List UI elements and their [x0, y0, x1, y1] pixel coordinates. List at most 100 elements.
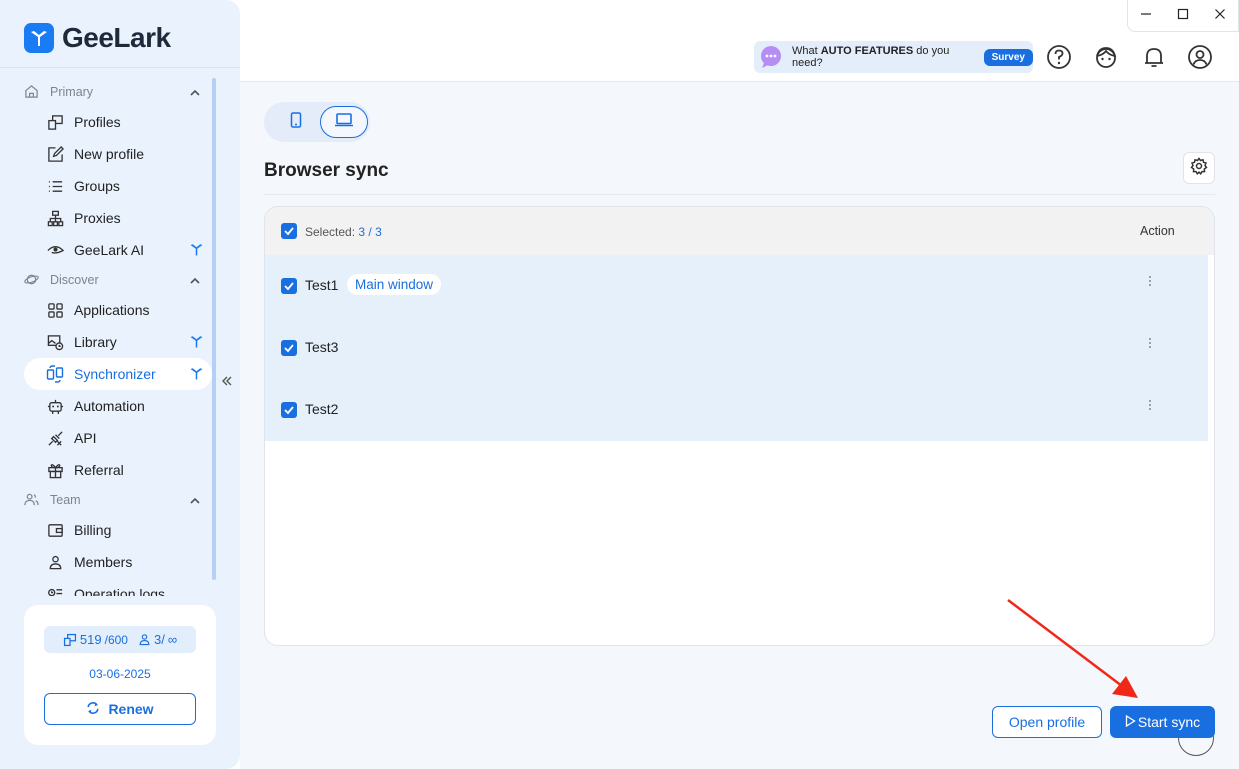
- play-icon: [1125, 714, 1136, 730]
- pro-badge-icon: [189, 366, 204, 384]
- section-label: Primary: [50, 85, 94, 99]
- table-row[interactable]: Test2: [265, 379, 1208, 441]
- sidebar-item-members[interactable]: Members: [24, 546, 212, 578]
- more-actions-icon[interactable]: [1148, 337, 1152, 351]
- robot-icon: [46, 397, 64, 415]
- sidebar-item-label: Library: [74, 334, 117, 350]
- phone-icon: [290, 111, 302, 133]
- app-name: GeeLark: [62, 22, 171, 53]
- laptop-icon: [334, 112, 354, 133]
- sidebar-item-api[interactable]: API: [24, 422, 212, 454]
- edit-icon: [46, 145, 64, 163]
- sidebar-item-groups[interactable]: Groups: [24, 170, 212, 202]
- gift-icon: [46, 461, 64, 479]
- app-logo[interactable]: GeeLark: [24, 22, 171, 54]
- sidebar-item-library[interactable]: Library: [24, 326, 212, 358]
- browser-tab[interactable]: [320, 106, 368, 138]
- row-checkbox[interactable]: [281, 402, 297, 418]
- select-all-checkbox[interactable]: [281, 223, 297, 239]
- divider: [264, 194, 1215, 195]
- start-sync-button[interactable]: Start sync: [1110, 706, 1215, 738]
- sidebar-item-automation[interactable]: Automation: [24, 390, 212, 422]
- sidebar-scrollbar[interactable]: [212, 78, 216, 580]
- sidebar-item-geelark-ai[interactable]: GeeLark AI: [24, 234, 212, 266]
- list-icon: [46, 177, 64, 195]
- sidebar-item-label: Applications: [74, 302, 150, 318]
- sidebar-item-label: Members: [74, 554, 133, 570]
- table-header: Selected: 3 / 3 Action: [265, 207, 1214, 255]
- survey-button[interactable]: Survey: [983, 48, 1033, 66]
- more-actions-icon[interactable]: [1148, 275, 1152, 289]
- sidebar-nav: Primary Profiles New profile Groups Prox…: [24, 78, 212, 596]
- section-team[interactable]: Team: [24, 486, 212, 514]
- device-toggle: [264, 102, 370, 142]
- check-icon: [284, 406, 294, 415]
- row-checkbox[interactable]: [281, 278, 297, 294]
- chevron-up-icon[interactable]: [190, 86, 200, 100]
- sidebar-item-label: Billing: [74, 522, 112, 538]
- help-icon[interactable]: [1046, 44, 1072, 70]
- quota-badge[interactable]: 519/600 3/∞: [44, 626, 196, 653]
- sidebar-item-applications[interactable]: Applications: [24, 294, 212, 326]
- selected-count: Selected: 3 / 3: [305, 225, 382, 239]
- sidebar-item-label: Referral: [74, 462, 124, 478]
- eye-icon: [46, 241, 64, 259]
- sidebar: GeeLark Primary Profiles New profile Gro…: [0, 0, 240, 769]
- section-primary[interactable]: Primary: [24, 78, 212, 106]
- chat-bubble-icon: [758, 44, 784, 70]
- sidebar-item-operation-logs[interactable]: Operation logs: [24, 578, 212, 596]
- support-agent-icon[interactable]: [1093, 44, 1119, 70]
- more-actions-icon[interactable]: [1148, 399, 1152, 413]
- sidebar-item-proxies[interactable]: Proxies: [24, 202, 212, 234]
- divider: [0, 67, 240, 68]
- profiles-icon: [46, 113, 64, 131]
- section-label: Discover: [50, 273, 99, 287]
- account-card: 519/600 3/∞ 03-06-2025 Renew: [24, 605, 216, 745]
- row-checkbox[interactable]: [281, 340, 297, 356]
- profiles-total: /600: [104, 632, 128, 647]
- wallet-icon: [46, 521, 64, 539]
- refresh-icon: [86, 701, 100, 718]
- sidebar-item-label: New profile: [74, 146, 145, 162]
- chevron-up-icon[interactable]: [190, 274, 200, 288]
- table-row[interactable]: Test3: [265, 317, 1208, 379]
- sidebar-item-referral[interactable]: Referral: [24, 454, 212, 486]
- profile-name: Test2: [305, 401, 339, 417]
- profile-quota: 519/600: [63, 632, 128, 647]
- close-icon[interactable]: [1214, 7, 1226, 25]
- section-label: Team: [50, 493, 81, 507]
- minimize-icon[interactable]: [1140, 7, 1152, 25]
- sidebar-item-profiles[interactable]: Profiles: [24, 106, 212, 138]
- survey-banner[interactable]: What AUTO FEATURES do you need? Survey: [754, 41, 1033, 73]
- section-discover[interactable]: Discover: [24, 266, 212, 294]
- settings-button[interactable]: [1183, 152, 1215, 184]
- user-avatar-icon[interactable]: [1187, 44, 1213, 70]
- log-icon: [46, 585, 64, 596]
- sidebar-item-billing[interactable]: Billing: [24, 514, 212, 546]
- sidebar-item-label: GeeLark AI: [74, 242, 145, 258]
- table-scrollbar[interactable]: [1208, 255, 1214, 441]
- selected-count-value: 3 / 3: [358, 225, 382, 239]
- profile-name: Test3: [305, 339, 339, 355]
- member-quota: 3/∞: [138, 632, 177, 647]
- renew-button[interactable]: Renew: [44, 693, 196, 725]
- sync-profile-table: Selected: 3 / 3 Action Test1 Main window…: [264, 206, 1215, 646]
- chevron-up-icon[interactable]: [190, 494, 200, 508]
- collapse-sidebar-icon[interactable]: [221, 374, 233, 392]
- sidebar-item-new-profile[interactable]: New profile: [24, 138, 212, 170]
- survey-text: What AUTO FEATURES do you need?: [792, 45, 976, 69]
- bell-icon[interactable]: [1141, 44, 1167, 70]
- maximize-icon[interactable]: [1177, 7, 1189, 25]
- sidebar-item-label: Groups: [74, 178, 120, 194]
- members-total: ∞: [167, 632, 178, 647]
- image-icon: [46, 333, 64, 351]
- sidebar-item-label: Synchronizer: [74, 366, 156, 382]
- sidebar-item-synchronizer[interactable]: Synchronizer: [24, 358, 212, 390]
- gear-icon: [1190, 156, 1208, 180]
- mobile-tab[interactable]: [272, 106, 320, 138]
- sidebar-item-label: Profiles: [74, 114, 121, 130]
- sidebar-item-label: Automation: [74, 398, 145, 414]
- check-icon: [284, 344, 294, 353]
- table-row[interactable]: Test1 Main window: [265, 255, 1208, 317]
- open-profile-button[interactable]: Open profile: [992, 706, 1102, 738]
